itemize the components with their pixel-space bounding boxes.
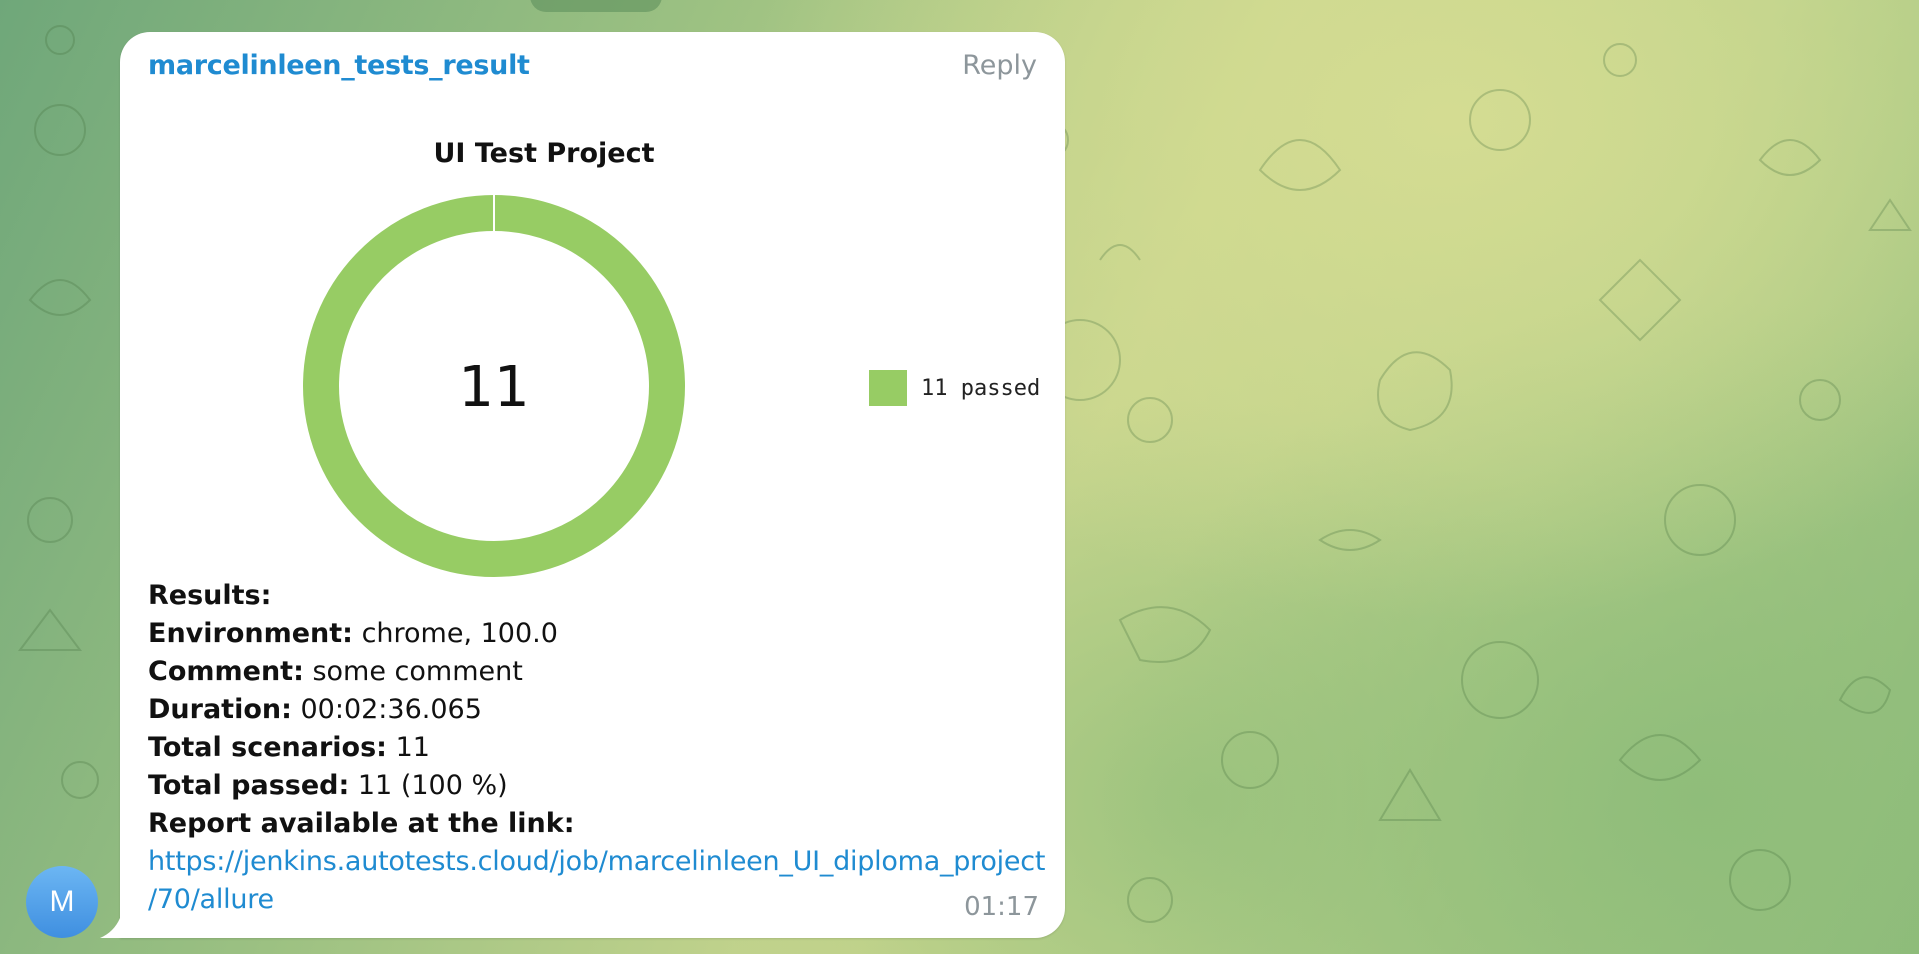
result-value: 00:02:36.065 [291, 694, 482, 725]
bubble-tail [100, 918, 120, 938]
result-key: Total passed: [148, 770, 350, 801]
message-bubble[interactable]: marcelinleen_tests_result Reply 11 UI Te… [120, 32, 1065, 938]
results-heading: Results: [148, 580, 272, 611]
result-key: Duration: [148, 694, 292, 725]
donut-chart: 11 [303, 195, 685, 577]
report-link[interactable]: https://jenkins.autotests.cloud/job/marc… [148, 843, 1048, 919]
message-time: 01:17 [964, 892, 1039, 922]
date-pill [530, 0, 662, 12]
sender-name[interactable]: marcelinleen_tests_result [148, 50, 530, 81]
result-row-total-passed: Total passed: 11 (100 %) [148, 767, 1048, 805]
result-row-duration: Duration: 00:02:36.065 [148, 691, 1048, 729]
result-value: 11 (100 %) [349, 770, 508, 801]
report-link-line2[interactable]: /70/allure [148, 884, 274, 915]
legend-label-passed: 11 passed [921, 375, 1041, 401]
result-value: chrome, 100.0 [352, 618, 558, 649]
result-row-total-scenarios: Total scenarios: 11 [148, 729, 1048, 767]
chart-legend: 11 passed [869, 370, 1040, 406]
result-value: some comment [303, 656, 523, 687]
test-result-chart[interactable]: 11 UI Test Project 11 passed [149, 102, 1069, 592]
result-key: Environment: [148, 618, 353, 649]
result-value: 11 [386, 732, 430, 763]
result-row-comment: Comment: some comment [148, 653, 1048, 691]
sender-avatar[interactable]: M [26, 866, 98, 938]
reply-button[interactable]: Reply [962, 50, 1037, 81]
result-row-environment: Environment: chrome, 100.0 [148, 615, 1048, 653]
report-label: Report available at the link: [148, 808, 575, 839]
chart-title: UI Test Project [433, 138, 655, 169]
result-key: Comment: [148, 656, 304, 687]
results-text: Results: Environment: chrome, 100.0 Comm… [148, 577, 1048, 919]
report-link-line1[interactable]: https://jenkins.autotests.cloud/job/marc… [148, 846, 1045, 877]
result-key: Total scenarios: [148, 732, 387, 763]
legend-swatch-passed [869, 370, 907, 406]
donut-center-label: 11 [458, 355, 529, 420]
